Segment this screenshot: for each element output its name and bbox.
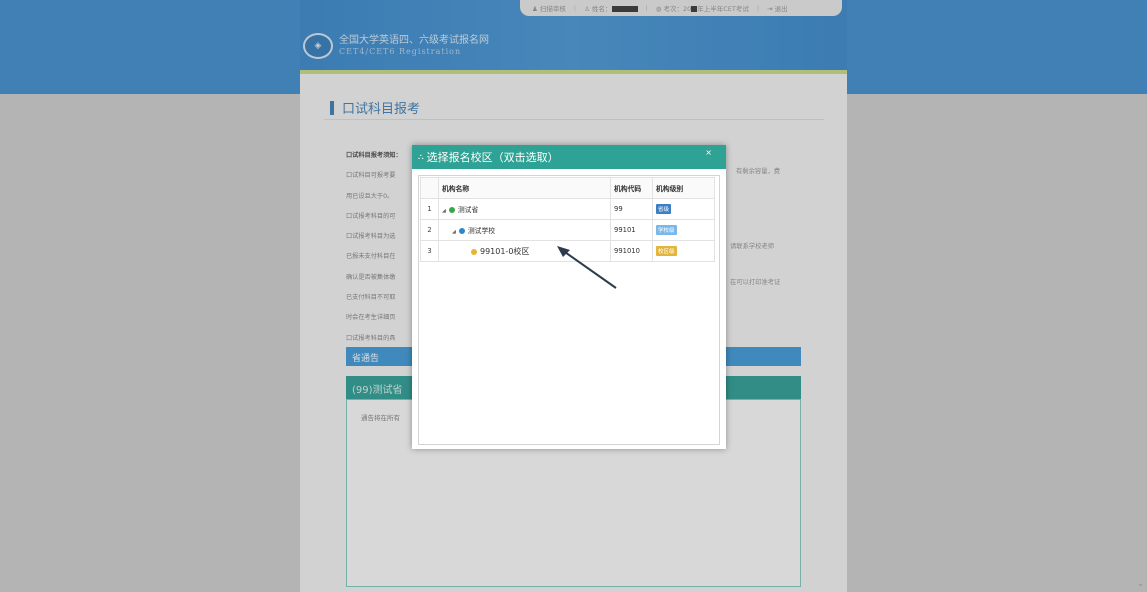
column-header-name: 机构名称 [438,177,611,199]
org-level-cell: 校区级 [652,240,715,262]
row-index: 1 [420,198,439,220]
table-row[interactable]: 1 ◢ 测试省 99 省级 [420,198,715,220]
close-button[interactable]: × [705,148,712,157]
table-header-row: 机构名称 机构代码 机构级别 [420,177,715,199]
org-name-cell[interactable]: ◢ 测试省 [438,198,611,220]
sitemap-icon: ⛬ [418,152,424,161]
expand-toggle-icon[interactable]: ◢ [442,208,446,214]
level-badge: 省级 [656,204,672,214]
org-level-cell: 学校级 [652,219,715,241]
table-row[interactable]: 2 ◢ 测试学校 99101 学校级 [420,219,715,241]
org-level-cell: 省级 [652,198,715,220]
index-header [420,177,439,199]
org-code: 99 [610,198,653,220]
campus-node-icon [471,248,477,255]
scroll-down-icon[interactable]: ⌄ [1137,579,1144,588]
select-campus-dialog: ⛬ 选择报名校区（双击选取） × 机构名称 机构代码 机构级别 1 ◢ 测试省 9… [412,145,726,449]
org-tree-grid: 机构名称 机构代码 机构级别 1 ◢ 测试省 99 省级 2 ◢ 测试学校 9910… [418,175,720,445]
province-node-icon [448,207,455,213]
level-badge: 学校级 [656,225,677,235]
level-badge: 校区级 [656,246,677,256]
org-name: 测试省 [457,206,479,214]
dialog-title: 选择报名校区（双击选取） [426,151,559,164]
school-node-icon [458,228,465,234]
org-name: 99101-0校区 [480,246,530,256]
annotation-arrow-icon [557,246,617,289]
row-index: 2 [420,219,439,241]
org-name: 测试学校 [467,227,496,235]
column-header-code: 机构代码 [610,177,653,199]
expand-toggle-icon[interactable]: ◢ [452,229,456,235]
row-index: 3 [420,240,439,262]
dialog-header: ⛬ 选择报名校区（双击选取） [412,145,726,169]
column-header-level: 机构级别 [652,177,715,199]
org-code: 99101 [610,219,653,241]
org-name-cell[interactable]: ◢ 测试学校 [438,219,611,241]
